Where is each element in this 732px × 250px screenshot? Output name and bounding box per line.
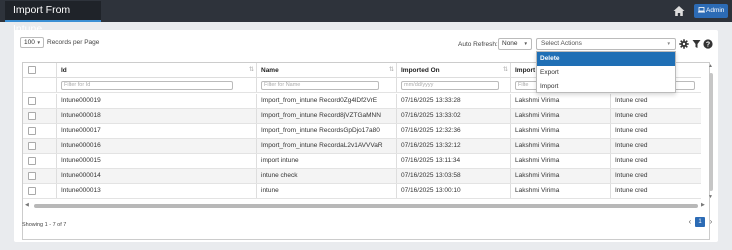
scroll-left-arrow-icon[interactable]: ◀ (25, 202, 29, 208)
records-per-page-select[interactable]: 100 ▼ (20, 37, 44, 48)
column-header-name[interactable]: Name ⇅ (257, 63, 397, 77)
previous-page-button[interactable]: ‹ (685, 217, 695, 227)
scroll-right-arrow-icon[interactable]: ▶ (701, 202, 705, 208)
cell-imported-on: 07/16/2025 13:00:10 (397, 184, 511, 198)
cell-name: Import_from_intune Record8jVZTGaMNN (257, 109, 397, 123)
select-actions-placeholder: Select Actions (541, 40, 582, 47)
menu-item-delete[interactable]: Delete (537, 52, 675, 66)
row-checkbox[interactable] (28, 172, 36, 180)
scroll-down-arrow-icon[interactable]: ▼ (708, 194, 713, 200)
cell-imported-on: 07/16/2025 13:33:28 (397, 94, 511, 108)
scroll-up-arrow-icon[interactable]: ▲ (708, 63, 713, 69)
cell-type: Intune cred (615, 187, 648, 194)
cell-imported-by: Lakshmi Virima (511, 154, 611, 168)
cell-id: Intune000017 (57, 124, 257, 138)
auto-refresh-select[interactable]: None ▼ (498, 38, 532, 50)
date-filter-input[interactable]: mm/dd/yyyy (401, 81, 499, 90)
cell-type: Intune cred (615, 142, 648, 149)
auto-refresh-value: None (502, 40, 518, 47)
cell-imported-on: 07/16/2025 12:32:36 (397, 124, 511, 138)
cell-name: intune check (257, 169, 397, 183)
name-filter-input[interactable]: Filter for Name (261, 81, 379, 90)
sort-icon: ⇅ (388, 67, 394, 73)
svg-text:?: ? (706, 41, 710, 48)
cell-imported-by: Lakshmi Virima (511, 124, 611, 138)
cell-name: import intune (257, 154, 397, 168)
table-row[interactable]: Intune000018 Import_from_intune Record8j… (23, 109, 701, 124)
records-per-page-value: 100 (24, 39, 35, 46)
row-checkbox[interactable] (28, 157, 36, 165)
column-header-id[interactable]: Id ⇅ (57, 63, 257, 77)
table-row[interactable]: Intune000015 import intune 07/16/2025 13… (23, 154, 701, 169)
cell-type: Intune cred (615, 172, 648, 179)
cell-imported-by: Lakshmi Virima (511, 169, 611, 183)
cell-imported-by: Lakshmi Virima (511, 109, 611, 123)
cell-imported-by: Lakshmi Virima (511, 139, 611, 153)
select-all-checkbox[interactable] (28, 66, 36, 74)
row-checkbox[interactable] (28, 97, 36, 105)
table-row[interactable]: Intune000014 intune check 07/16/2025 13:… (23, 169, 701, 184)
page-title: Import From Intune (5, 1, 101, 35)
showing-count: Showing 1 - 7 of 7 (22, 222, 67, 228)
help-icon[interactable]: ? (703, 39, 713, 49)
row-checkbox[interactable] (28, 112, 36, 120)
top-bar: Import From Intune Admin (0, 0, 732, 35)
row-checkbox[interactable] (28, 127, 36, 135)
cell-name: Import_from_intune RecordsGpDjo17a80 (257, 124, 397, 138)
row-checkbox[interactable] (28, 142, 36, 150)
filter-icon[interactable] (692, 39, 701, 49)
vertical-scrollbar[interactable]: ▲ ▼ (708, 63, 716, 201)
page-number-button[interactable]: 1 (695, 217, 705, 227)
cell-id: Intune000014 (57, 169, 257, 183)
horizontal-scroll-thumb[interactable] (34, 204, 698, 208)
row-checkbox[interactable] (28, 187, 36, 195)
cell-id: Intune000019 (57, 94, 257, 108)
cell-imported-on: 07/16/2025 13:33:02 (397, 109, 511, 123)
cell-id: Intune000018 (57, 109, 257, 123)
admin-button[interactable]: Admin (694, 4, 728, 18)
sort-icon: ⇅ (502, 67, 508, 73)
id-filter-input[interactable]: Filter for Id (61, 81, 233, 90)
select-actions-dropdown[interactable]: Select Actions ▼ (536, 38, 676, 50)
vertical-scroll-thumb[interactable] (709, 73, 713, 191)
cell-name: Import_from_intune RecordaL2v1AVVVaR (257, 139, 397, 153)
home-icon[interactable] (672, 4, 686, 18)
chevron-down-icon: ▼ (36, 40, 41, 45)
cell-imported-by: Lakshmi Virima (511, 184, 611, 198)
table-row[interactable]: Intune000017 Import_from_intune RecordsG… (23, 124, 701, 139)
chevron-down-icon: ▼ (523, 41, 528, 46)
cell-id: Intune000015 (57, 154, 257, 168)
admin-label: Admin (706, 7, 725, 14)
table-row[interactable]: Intune000016 Import_from_intune RecordaL… (23, 139, 701, 154)
menu-item-import[interactable]: Import (537, 80, 675, 94)
cell-imported-on: 07/16/2025 13:03:58 (397, 169, 511, 183)
cell-imported-on: 07/16/2025 13:11:34 (397, 154, 511, 168)
sort-icon: ⇅ (248, 67, 254, 73)
cell-id: Intune000016 (57, 139, 257, 153)
gear-icon[interactable] (679, 39, 689, 49)
menu-item-export[interactable]: Export (537, 66, 675, 80)
horizontal-scrollbar[interactable]: ◀ ▶ (24, 202, 708, 209)
next-page-button[interactable]: › (706, 217, 716, 227)
table-row[interactable]: Intune000013 intune 07/16/2025 13:00:10 … (23, 184, 701, 199)
table-row[interactable]: Intune000019 Import_from_intune Record0Z… (23, 94, 701, 109)
records-per-page-label: Records per Page (47, 39, 100, 46)
cell-type: Intune cred (615, 127, 648, 134)
select-all-cell (23, 63, 57, 77)
laptop-icon (698, 7, 705, 13)
cell-type: Intune cred (615, 97, 648, 104)
auto-refresh-label: Auto Refresh: (458, 41, 498, 48)
cell-name: Import_from_intune Record0Zg4lDf2VrE (257, 94, 397, 108)
cell-id: Intune000013 (57, 184, 257, 198)
actions-dropdown-menu: Delete Export Import (536, 51, 676, 93)
cell-imported-on: 07/16/2025 13:32:12 (397, 139, 511, 153)
column-header-imported-on[interactable]: Imported On ⇅ (397, 63, 511, 77)
cell-type: Intune cred (615, 112, 648, 119)
chevron-down-icon: ▼ (666, 41, 671, 46)
cell-name: intune (257, 184, 397, 198)
cell-type: Intune cred (615, 157, 648, 164)
cell-imported-by: Lakshmi Virima (511, 94, 611, 108)
